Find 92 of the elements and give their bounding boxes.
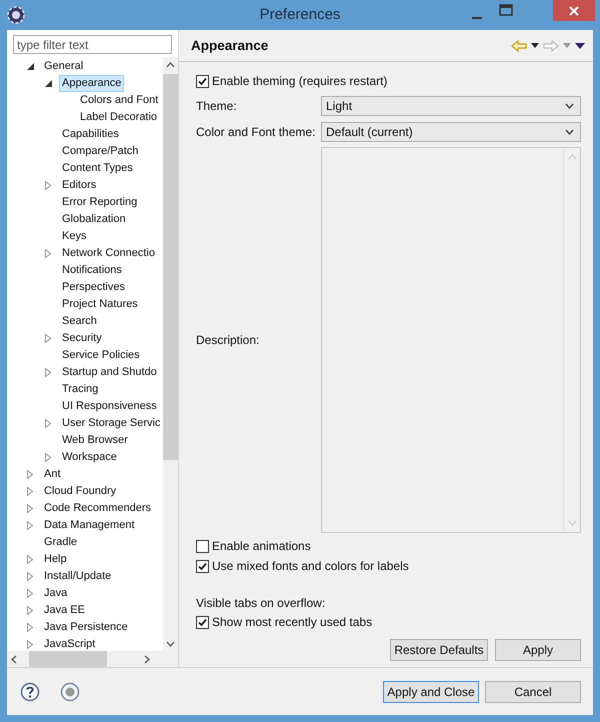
collapsed-arrow-icon[interactable] — [27, 589, 33, 598]
page-button[interactable]: Restore Defaults — [390, 639, 488, 661]
tree-item[interactable]: Service Policies — [59, 347, 143, 364]
horizontal-scrollbar[interactable] — [7, 651, 178, 667]
tree-item[interactable]: Compare/Patch — [59, 143, 142, 160]
window-title: Preferences — [258, 6, 342, 23]
tree-item[interactable]: Install/Update — [41, 568, 114, 585]
tree-item[interactable]: Perspectives — [59, 279, 128, 296]
close-icon — [568, 4, 580, 16]
collapsed-arrow-icon[interactable] — [27, 487, 33, 496]
collapsed-arrow-icon[interactable] — [27, 623, 33, 632]
tree-item[interactable]: Capabilities — [59, 126, 122, 143]
tree-item[interactable]: JavaScript — [41, 636, 98, 651]
tree-item[interactable]: Security — [59, 330, 105, 347]
chevron-down-icon — [565, 129, 574, 135]
checkbox-label: Show most recently used tabs — [212, 615, 372, 629]
expanded-arrow-icon[interactable] — [45, 80, 52, 87]
tree-item[interactable]: Ant — [41, 466, 64, 483]
tree-item[interactable]: Tracing — [59, 381, 102, 398]
collapsed-arrow-icon[interactable] — [45, 453, 51, 462]
tree-item[interactable]: UI Responsiveness — [59, 398, 160, 415]
collapsed-arrow-icon[interactable] — [27, 572, 33, 581]
tree-item[interactable]: Java Persistence — [41, 619, 131, 636]
tree-item[interactable]: Cloud Foundry — [41, 483, 120, 500]
tree-item[interactable]: Search — [59, 313, 100, 330]
field-label: Theme: — [196, 99, 238, 113]
tree-item[interactable]: Globalization — [59, 211, 129, 228]
tree-item[interactable]: Colors and Font — [77, 92, 162, 109]
dropdown[interactable]: Light — [321, 96, 581, 116]
collapsed-arrow-icon[interactable] — [27, 640, 33, 649]
tree-item[interactable]: Project Natures — [59, 296, 141, 313]
field-label: Color and Font theme: — [196, 125, 316, 139]
close-button[interactable] — [553, 0, 595, 21]
collapsed-arrow-icon[interactable] — [45, 249, 51, 258]
chevron-down-icon — [565, 103, 574, 109]
tree-item[interactable]: Appearance — [59, 75, 124, 92]
tree-item[interactable]: Editors — [59, 177, 100, 194]
dialog-button[interactable]: Cancel — [485, 680, 581, 702]
tree-item[interactable]: Java — [41, 585, 70, 602]
tree-item[interactable]: Startup and Shutdo — [59, 364, 160, 381]
scroll-down-icon[interactable] — [166, 641, 175, 647]
dialog-button[interactable]: Apply and Close — [383, 680, 479, 702]
tree-item[interactable]: Gradle — [41, 534, 80, 551]
collapsed-arrow-icon[interactable] — [45, 419, 51, 428]
tree-item[interactable]: User Storage Servic — [59, 415, 163, 432]
tree-item[interactable]: Network Connectio — [59, 245, 158, 262]
section-label: Visible tabs on overflow: — [196, 595, 326, 612]
maximize-icon[interactable] — [499, 4, 513, 16]
collapsed-arrow-icon[interactable] — [27, 555, 33, 564]
help-icon[interactable] — [20, 682, 40, 702]
tree-item[interactable]: Error Reporting — [59, 194, 140, 211]
checkbox[interactable] — [196, 540, 209, 552]
dropdown[interactable]: Default (current) — [321, 122, 581, 142]
page-button[interactable]: Apply — [495, 639, 581, 661]
scroll-left-icon[interactable] — [11, 654, 17, 664]
checkbox[interactable] — [196, 616, 209, 628]
view-menu-icon[interactable] — [575, 42, 585, 48]
field-label: Description: — [196, 333, 260, 347]
expanded-arrow-icon[interactable] — [27, 63, 34, 70]
checkbox[interactable] — [196, 560, 209, 572]
checkbox-label: Enable animations — [212, 539, 311, 553]
collapsed-arrow-icon[interactable] — [27, 606, 33, 615]
checkbox-label: Use mixed fonts and colors for labels — [212, 559, 409, 573]
collapsed-arrow-icon[interactable] — [45, 334, 51, 343]
tree-item[interactable]: Notifications — [59, 262, 125, 279]
tree-item[interactable]: Code Recommenders — [41, 500, 154, 517]
tree-item[interactable]: Keys — [59, 228, 90, 245]
tree-item[interactable]: Label Decoratio — [77, 109, 160, 126]
tree-item[interactable]: Data Management — [41, 517, 138, 534]
scroll-up-icon — [568, 154, 576, 160]
tree-item[interactable]: Content Types — [59, 160, 136, 177]
collapsed-arrow-icon[interactable] — [27, 504, 33, 513]
page-title: Appearance — [191, 38, 268, 53]
scroll-right-icon[interactable] — [144, 654, 150, 664]
collapsed-arrow-icon[interactable] — [27, 521, 33, 530]
tree-item[interactable]: Workspace — [59, 449, 120, 466]
tree-item[interactable]: Web Browser — [59, 432, 131, 449]
gear-icon — [7, 6, 25, 24]
tree-item[interactable]: Help — [41, 551, 70, 568]
collapsed-arrow-icon[interactable] — [45, 368, 51, 377]
dropdown-icon[interactable] — [531, 43, 539, 48]
filter-field[interactable]: type filter text — [13, 35, 172, 54]
record-icon[interactable] — [60, 682, 80, 702]
scroll-down-icon — [568, 520, 576, 526]
checkbox[interactable] — [196, 74, 209, 88]
checkbox-label: Enable theming (requires restart) — [212, 74, 388, 88]
vertical-scrollbar[interactable] — [163, 57, 178, 651]
collapsed-arrow-icon[interactable] — [45, 181, 51, 190]
tree-item[interactable]: General — [41, 58, 86, 75]
tree-item[interactable]: Java EE — [41, 602, 88, 619]
scroll-up-icon[interactable] — [166, 62, 175, 68]
collapsed-arrow-icon[interactable] — [27, 470, 33, 479]
